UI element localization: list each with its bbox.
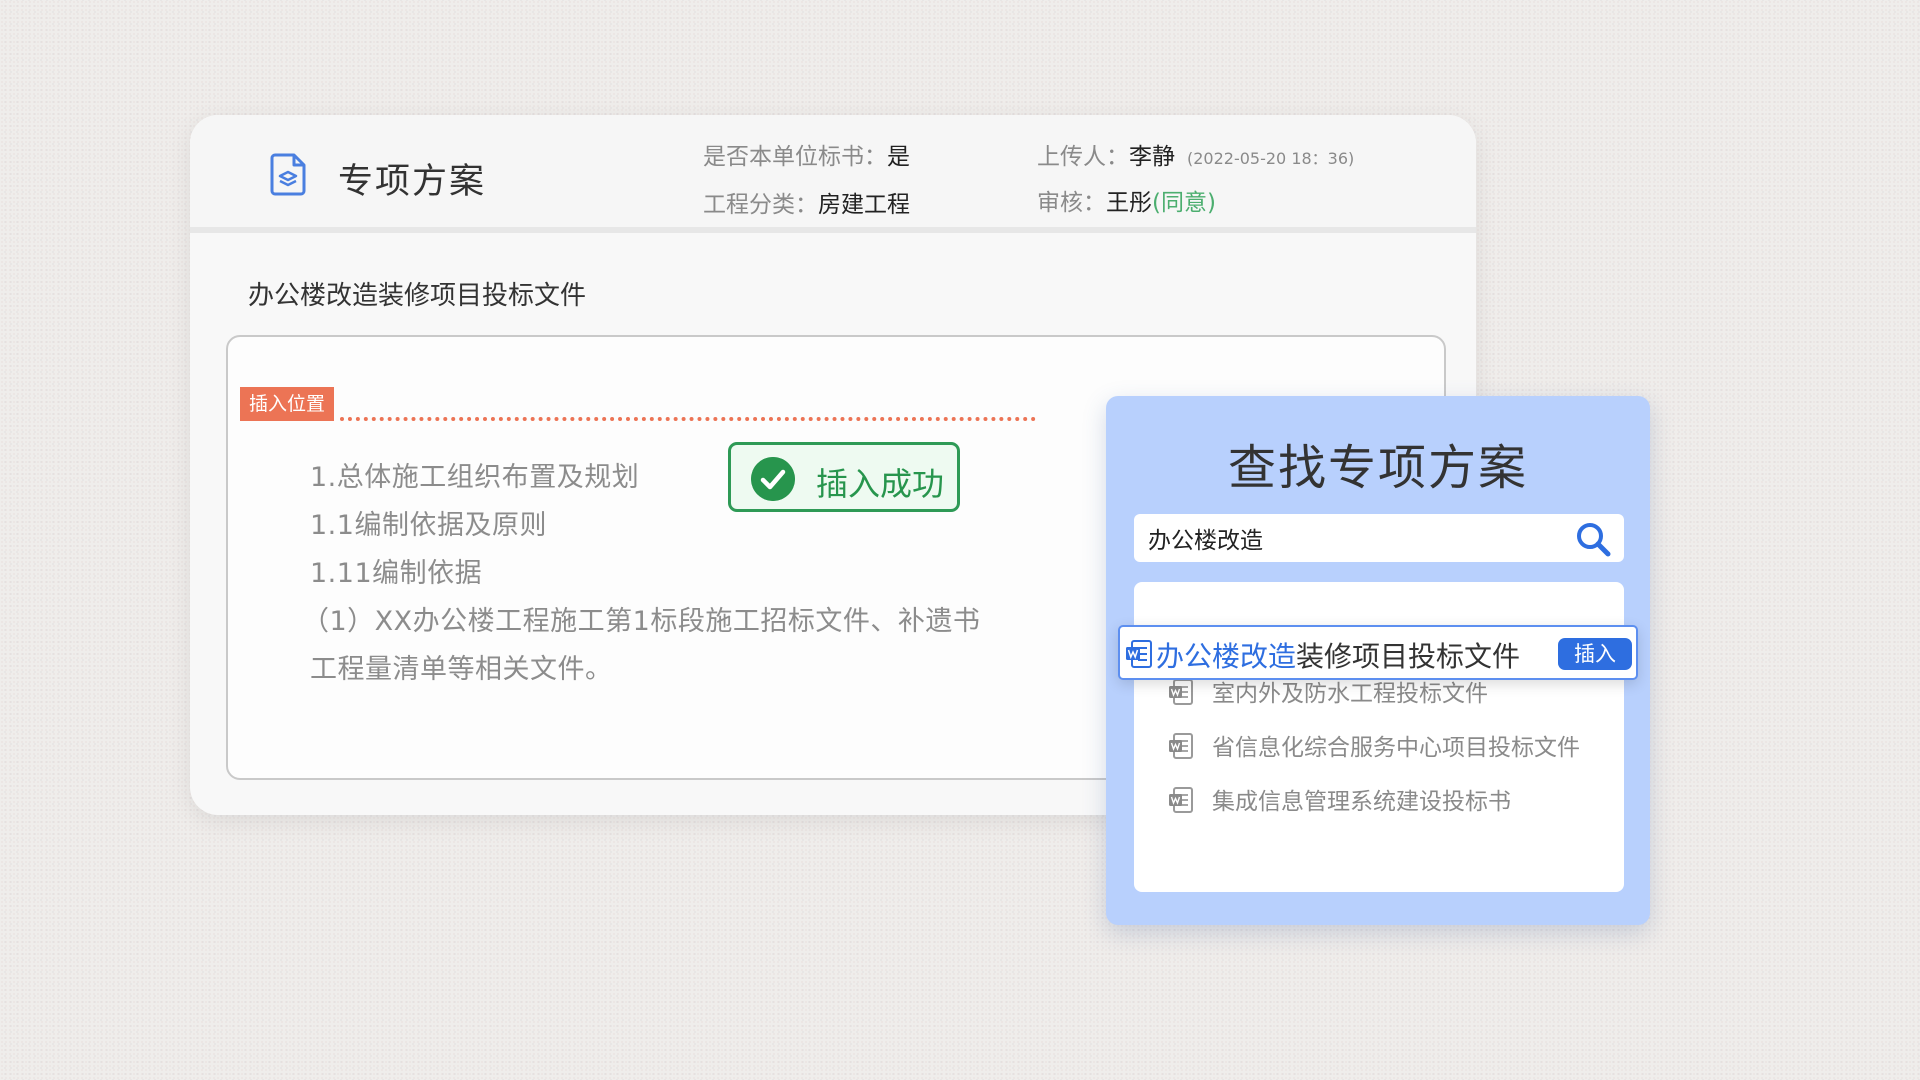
page-title: 专项方案 [338,162,487,202]
success-message: 插入成功 [816,465,945,503]
word-doc-icon [1126,640,1152,668]
insert-position-line [340,417,1036,421]
search-icon[interactable] [1574,520,1614,560]
outline-line: 1.总体施工组织布置及规划 [310,462,640,493]
own-unit-value: 是 [887,144,910,170]
outline-line: 1.1编制依据及原则 [310,510,547,541]
search-input[interactable] [1148,518,1558,558]
word-doc-icon [1169,787,1193,813]
category-field: 工程分类：房建工程 [703,185,910,219]
word-doc-icon [1169,679,1193,705]
category-value: 房建工程 [818,192,910,218]
uploader-label: 上传人： [1037,144,1129,170]
own-unit-field: 是否本单位标书：是 [703,137,910,171]
uploader-field: 上传人：李静 (2022-05-20 18：36) [1037,137,1354,171]
search-highlight: 办公楼改造 [1156,640,1297,673]
uploader-value: 李静 [1129,144,1175,170]
result-rest-text: 装修项目投标文件 [1296,640,1521,673]
active-result-title: 办公楼改造装修项目投标文件 [1156,635,1520,675]
result-label: 省信息化综合服务中心项目投标文件 [1212,735,1580,761]
panel-title: 查找专项方案 [1227,440,1528,496]
document-name: 办公楼改造装修项目投标文件 [248,281,587,311]
document-layers-icon [270,153,306,196]
insert-position-tag: 插入位置 [240,387,335,421]
outline-line: 1.11编制依据 [310,558,483,589]
active-result-item[interactable]: 办公楼改造装修项目投标文件 插入 [1118,625,1638,680]
result-label: 集成信息管理系统建设投标书 [1212,789,1511,815]
outline-line: 工程量清单等相关文件。 [310,654,613,685]
word-doc-icon [1169,733,1193,759]
insert-button[interactable]: 插入 [1558,638,1632,670]
category-label: 工程分类： [703,192,818,218]
review-label: 审核： [1037,190,1106,216]
review-status: (同意) [1152,190,1216,216]
check-circle-icon [751,457,795,501]
search-field [1134,514,1624,562]
review-field: 审核：王彤(同意) [1037,183,1216,217]
upload-time: (2022-05-20 18：36) [1187,149,1355,168]
insert-success-toast: 插入成功 [728,442,960,512]
card-header: 专项方案 是否本单位标书：是 工程分类：房建工程 上传人：李静 (2022-05-… [190,115,1476,233]
own-unit-label: 是否本单位标书： [703,144,887,170]
reviewer-value: 王彤 [1106,190,1152,216]
outline-line: （1）XX办公楼工程施工第1标段施工招标文件、补遗书 [302,606,981,637]
